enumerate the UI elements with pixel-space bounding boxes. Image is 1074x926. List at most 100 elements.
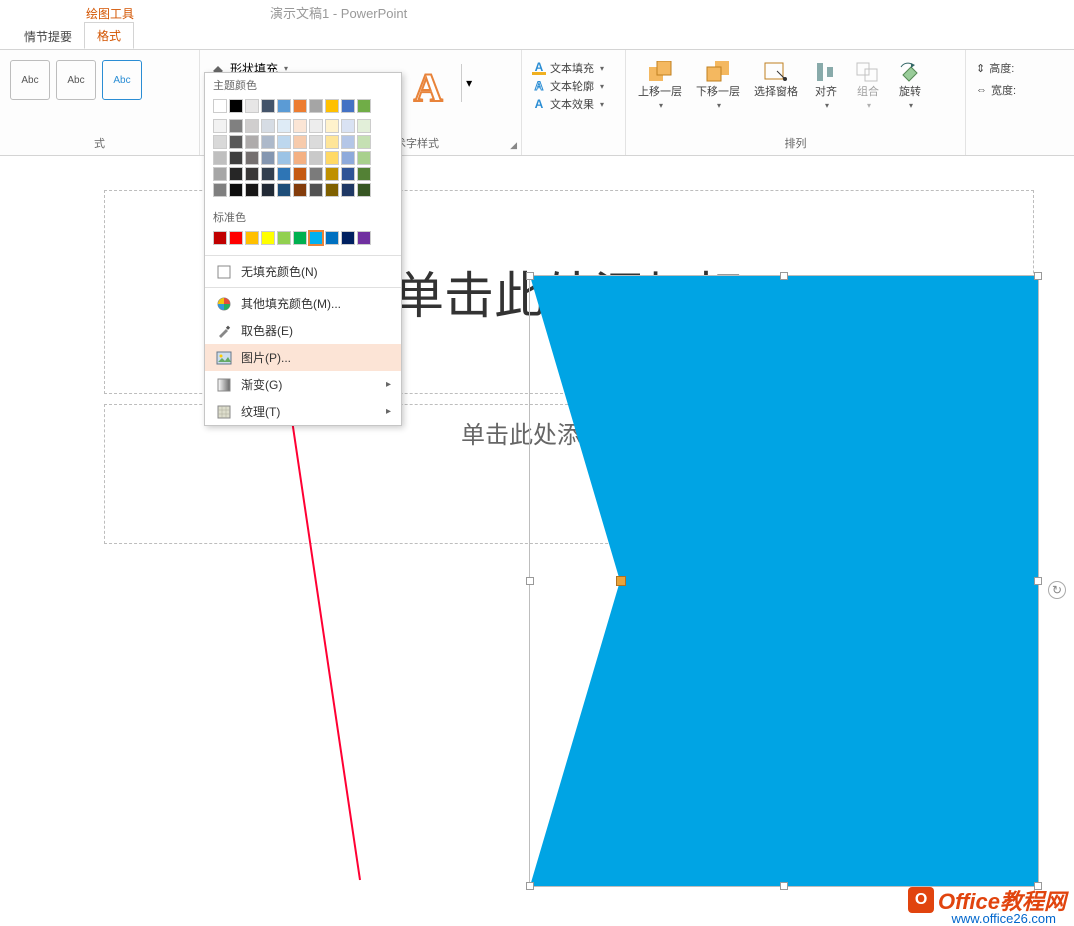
color-swatch[interactable] [277, 183, 291, 197]
color-swatch[interactable] [357, 231, 371, 245]
width-control[interactable]: ⇔ 宽度: [976, 82, 1016, 98]
color-swatch[interactable] [293, 231, 307, 245]
color-swatch[interactable] [213, 99, 227, 113]
dialog-launcher-icon[interactable]: ◢ [510, 140, 517, 151]
eyedropper-item[interactable]: 取色器(E) [205, 317, 401, 344]
color-swatch[interactable] [325, 151, 339, 165]
selection-pane-button[interactable]: 选择窗格 [750, 58, 802, 112]
text-outline-button[interactable]: A 文本轮廓▾ [532, 78, 615, 94]
pentagon-shape[interactable]: ↻ [530, 276, 1038, 886]
color-swatch[interactable] [277, 119, 291, 133]
color-swatch[interactable] [277, 167, 291, 181]
align-button[interactable]: 对齐▾ [808, 58, 844, 112]
color-swatch[interactable] [261, 99, 275, 113]
color-swatch[interactable] [357, 151, 371, 165]
color-swatch[interactable] [341, 231, 355, 245]
color-swatch[interactable] [309, 231, 323, 245]
color-swatch[interactable] [229, 183, 243, 197]
color-swatch[interactable] [341, 99, 355, 113]
color-swatch[interactable] [213, 231, 227, 245]
color-swatch[interactable] [357, 119, 371, 133]
resize-handle-ml[interactable] [526, 577, 534, 585]
color-swatch[interactable] [341, 167, 355, 181]
color-swatch[interactable] [293, 135, 307, 149]
shape-style-2[interactable]: Abc [56, 60, 96, 100]
color-swatch[interactable] [325, 119, 339, 133]
color-swatch[interactable] [261, 183, 275, 197]
color-swatch[interactable] [341, 151, 355, 165]
color-swatch[interactable] [357, 167, 371, 181]
color-swatch[interactable] [293, 119, 307, 133]
shape-style-3[interactable]: Abc [102, 60, 142, 100]
color-swatch[interactable] [229, 119, 243, 133]
gradient-fill-item[interactable]: 渐变(G) ▸ [205, 371, 401, 398]
color-swatch[interactable] [229, 231, 243, 245]
color-swatch[interactable] [277, 135, 291, 149]
shape-style-gallery[interactable]: Abc Abc Abc [6, 54, 193, 106]
resize-handle-tl[interactable] [526, 272, 534, 280]
color-swatch[interactable] [325, 167, 339, 181]
color-swatch[interactable] [293, 183, 307, 197]
color-swatch[interactable] [309, 183, 323, 197]
color-swatch[interactable] [245, 119, 259, 133]
color-swatch[interactable] [261, 119, 275, 133]
color-swatch[interactable] [309, 119, 323, 133]
color-swatch[interactable] [277, 151, 291, 165]
color-swatch[interactable] [357, 183, 371, 197]
texture-fill-item[interactable]: 纹理(T) ▸ [205, 398, 401, 425]
rotate-button[interactable]: 旋转▾ [892, 58, 928, 112]
color-swatch[interactable] [293, 167, 307, 181]
color-swatch[interactable] [213, 167, 227, 181]
color-swatch[interactable] [229, 99, 243, 113]
color-swatch[interactable] [341, 183, 355, 197]
color-swatch[interactable] [245, 151, 259, 165]
color-swatch[interactable] [229, 151, 243, 165]
color-swatch[interactable] [229, 135, 243, 149]
color-swatch[interactable] [261, 135, 275, 149]
color-swatch[interactable] [357, 135, 371, 149]
color-swatch[interactable] [213, 151, 227, 165]
height-control[interactable]: ⇕ 高度: [976, 60, 1016, 76]
color-swatch[interactable] [277, 231, 291, 245]
color-swatch[interactable] [213, 183, 227, 197]
color-swatch[interactable] [309, 135, 323, 149]
color-swatch[interactable] [293, 99, 307, 113]
tab-outline[interactable]: 情节提要 [12, 24, 84, 49]
resize-handle-bl[interactable] [526, 882, 534, 890]
color-swatch[interactable] [245, 167, 259, 181]
picture-fill-item[interactable]: 图片(P)... [205, 344, 401, 371]
wordart-style-3[interactable]: A [414, 64, 443, 111]
color-swatch[interactable] [229, 167, 243, 181]
color-swatch[interactable] [357, 99, 371, 113]
text-fill-button[interactable]: A 文本填充▾ [532, 60, 615, 76]
resize-handle-bm[interactable] [780, 882, 788, 890]
more-colors-item[interactable]: 其他填充颜色(M)... [205, 290, 401, 317]
resize-handle-tr[interactable] [1034, 272, 1042, 280]
color-swatch[interactable] [277, 99, 291, 113]
resize-handle-mr[interactable] [1034, 577, 1042, 585]
text-effects-button[interactable]: A 文本效果▾ [532, 96, 615, 112]
resize-handle-tm[interactable] [780, 272, 788, 280]
color-swatch[interactable] [309, 151, 323, 165]
color-swatch[interactable] [325, 135, 339, 149]
color-swatch[interactable] [245, 135, 259, 149]
shape-style-1[interactable]: Abc [10, 60, 50, 100]
color-swatch[interactable] [245, 231, 259, 245]
color-swatch[interactable] [261, 151, 275, 165]
color-swatch[interactable] [261, 167, 275, 181]
color-swatch[interactable] [245, 99, 259, 113]
wordart-more-button[interactable]: ▾ [461, 64, 477, 102]
color-swatch[interactable] [261, 231, 275, 245]
rotate-handle[interactable]: ↻ [1048, 581, 1066, 599]
color-swatch[interactable] [325, 99, 339, 113]
bring-forward-button[interactable]: 上移一层▾ [634, 58, 686, 112]
color-swatch[interactable] [245, 183, 259, 197]
color-swatch[interactable] [341, 135, 355, 149]
no-fill-item[interactable]: 无填充颜色(N) [205, 258, 401, 285]
tab-format[interactable]: 格式 [84, 22, 134, 49]
color-swatch[interactable] [213, 119, 227, 133]
color-swatch[interactable] [213, 135, 227, 149]
color-swatch[interactable] [325, 231, 339, 245]
color-swatch[interactable] [341, 119, 355, 133]
adjustment-handle[interactable] [616, 576, 626, 586]
